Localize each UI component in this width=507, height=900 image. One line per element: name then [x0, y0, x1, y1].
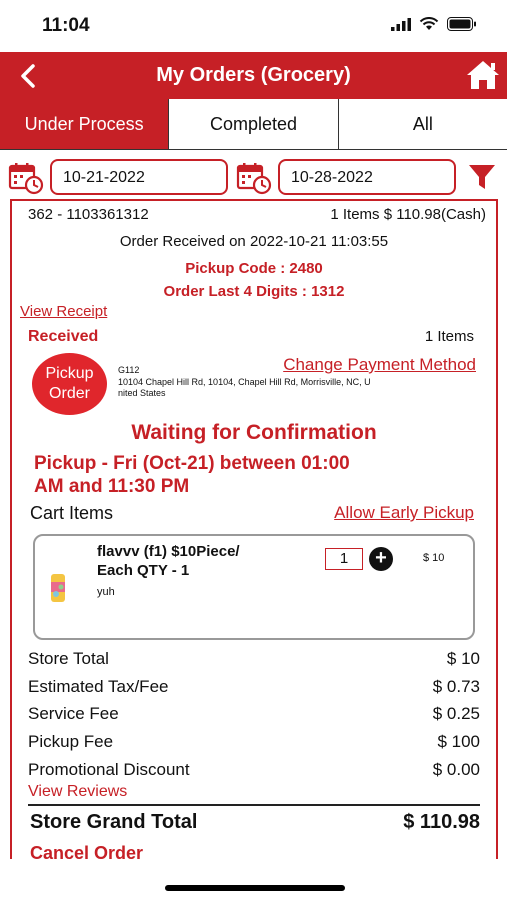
- total-label: Estimated Tax/Fee: [28, 677, 169, 696]
- page-title: My Orders (Grocery): [156, 64, 351, 86]
- grand-total-value: $ 110.98: [403, 811, 480, 833]
- pickup-window-line1: Pickup - Fri (Oct-21) between 01:00: [34, 453, 350, 474]
- cart-items-heading: Cart Items: [30, 503, 114, 523]
- cancel-order-button[interactable]: Cancel Order: [30, 843, 143, 864]
- change-payment-link[interactable]: Change Payment Method: [283, 355, 476, 375]
- nav-bar: My Orders (Grocery): [0, 52, 507, 99]
- total-label: Service Fee: [28, 704, 119, 723]
- total-value: $ 0.25: [432, 704, 480, 723]
- total-row-promo-discount: Promotional Discount $ 0.00: [28, 760, 480, 782]
- order-summary: 1 Items $ 110.98(Cash): [330, 206, 486, 223]
- items-count: 1 Items: [424, 328, 474, 345]
- tab-all[interactable]: All: [339, 99, 507, 149]
- calendar-icon[interactable]: [236, 161, 272, 195]
- order-status-tabs: Under Process Completed All: [0, 99, 507, 150]
- pickup-window: Pickup - Fri (Oct-21) between 01:00 AM a…: [34, 452, 350, 498]
- address-line2: nited States: [118, 388, 166, 398]
- wifi-icon: [419, 17, 439, 30]
- home-icon[interactable]: [465, 58, 501, 92]
- date-filter-row: 10-21-2022 10-28-2022: [0, 156, 507, 200]
- home-indicator: [165, 885, 345, 891]
- total-label: Promotional Discount: [28, 760, 190, 779]
- view-reviews-link[interactable]: View Reviews: [28, 783, 127, 801]
- order-received-date: Order Received on 2022-10-21 11:03:55: [119, 233, 389, 250]
- signal-icon: [391, 17, 411, 31]
- quantity-input[interactable]: 1: [325, 548, 363, 570]
- status-icons: [391, 17, 477, 31]
- total-label: Store Total: [28, 649, 109, 668]
- pickup-order-badge: Pickup Order: [32, 353, 107, 415]
- total-row-store-total: Store Total $ 10: [28, 649, 480, 671]
- total-row-pickup-fee: Pickup Fee $ 100: [28, 732, 480, 754]
- grand-total-label: Store Grand Total: [30, 811, 198, 833]
- item-name-line1: flavvv (f1) $10Piece/: [97, 543, 240, 560]
- total-label: Pickup Fee: [28, 732, 114, 751]
- order-status: Received: [28, 328, 99, 345]
- order-card: 362 - 1103361312 1 Items $ 110.98(Cash) …: [10, 199, 498, 863]
- pickup-window-line2: AM and 11:30 PM: [34, 476, 190, 497]
- tab-under-process[interactable]: Under Process: [0, 99, 170, 149]
- view-receipt-link[interactable]: View Receipt: [20, 303, 107, 320]
- totals-divider: [28, 804, 480, 806]
- total-value: $ 100: [437, 732, 480, 751]
- status-time: 11:04: [42, 15, 90, 36]
- filter-icon[interactable]: [467, 162, 497, 192]
- badge-line1: Pickup: [45, 365, 94, 382]
- tab-completed[interactable]: Completed: [169, 99, 339, 149]
- calendar-icon[interactable]: [8, 161, 44, 195]
- total-row-tax: Estimated Tax/Fee $ 0.73: [28, 677, 480, 699]
- item-price: $ 10: [423, 552, 445, 564]
- item-note: yuh: [97, 586, 115, 598]
- total-value: $ 0.00: [432, 760, 480, 779]
- battery-icon: [447, 17, 476, 31]
- from-date-field[interactable]: 10-21-2022: [50, 159, 228, 195]
- total-row-service-fee: Service Fee $ 0.25: [28, 704, 480, 726]
- total-value: $ 10: [446, 649, 480, 668]
- total-value: $ 0.73: [432, 677, 480, 696]
- to-date-field[interactable]: 10-28-2022: [278, 159, 456, 195]
- grand-total-row: Store Grand Total $ 110.98: [30, 811, 480, 834]
- allow-early-pickup-link[interactable]: Allow Early Pickup: [334, 503, 474, 523]
- order-last4: Order Last 4 Digits : 1312: [163, 283, 345, 300]
- item-name: flavvv (f1) $10Piece/ Each QTY - 1: [97, 542, 240, 580]
- increase-quantity-button[interactable]: +: [369, 547, 393, 571]
- store-code: G112: [118, 365, 140, 375]
- item-name-line2: Each QTY - 1: [97, 562, 190, 579]
- pickup-code: Pickup Code : 2480: [185, 260, 323, 277]
- waiting-status: Waiting for Confirmation: [131, 421, 377, 444]
- product-image: [51, 574, 65, 602]
- cart-item-card: flavvv (f1) $10Piece/ Each QTY - 1 yuh 1…: [33, 534, 475, 640]
- address-line1: 10104 Chapel Hill Rd, 10104, Chapel Hill…: [118, 377, 371, 387]
- status-bar: 11:04: [0, 0, 507, 52]
- store-address: 10104 Chapel Hill Rd, 10104, Chapel Hill…: [118, 377, 478, 399]
- order-id: 362 - 1103361312: [28, 206, 149, 223]
- badge-line2: Order: [49, 385, 90, 402]
